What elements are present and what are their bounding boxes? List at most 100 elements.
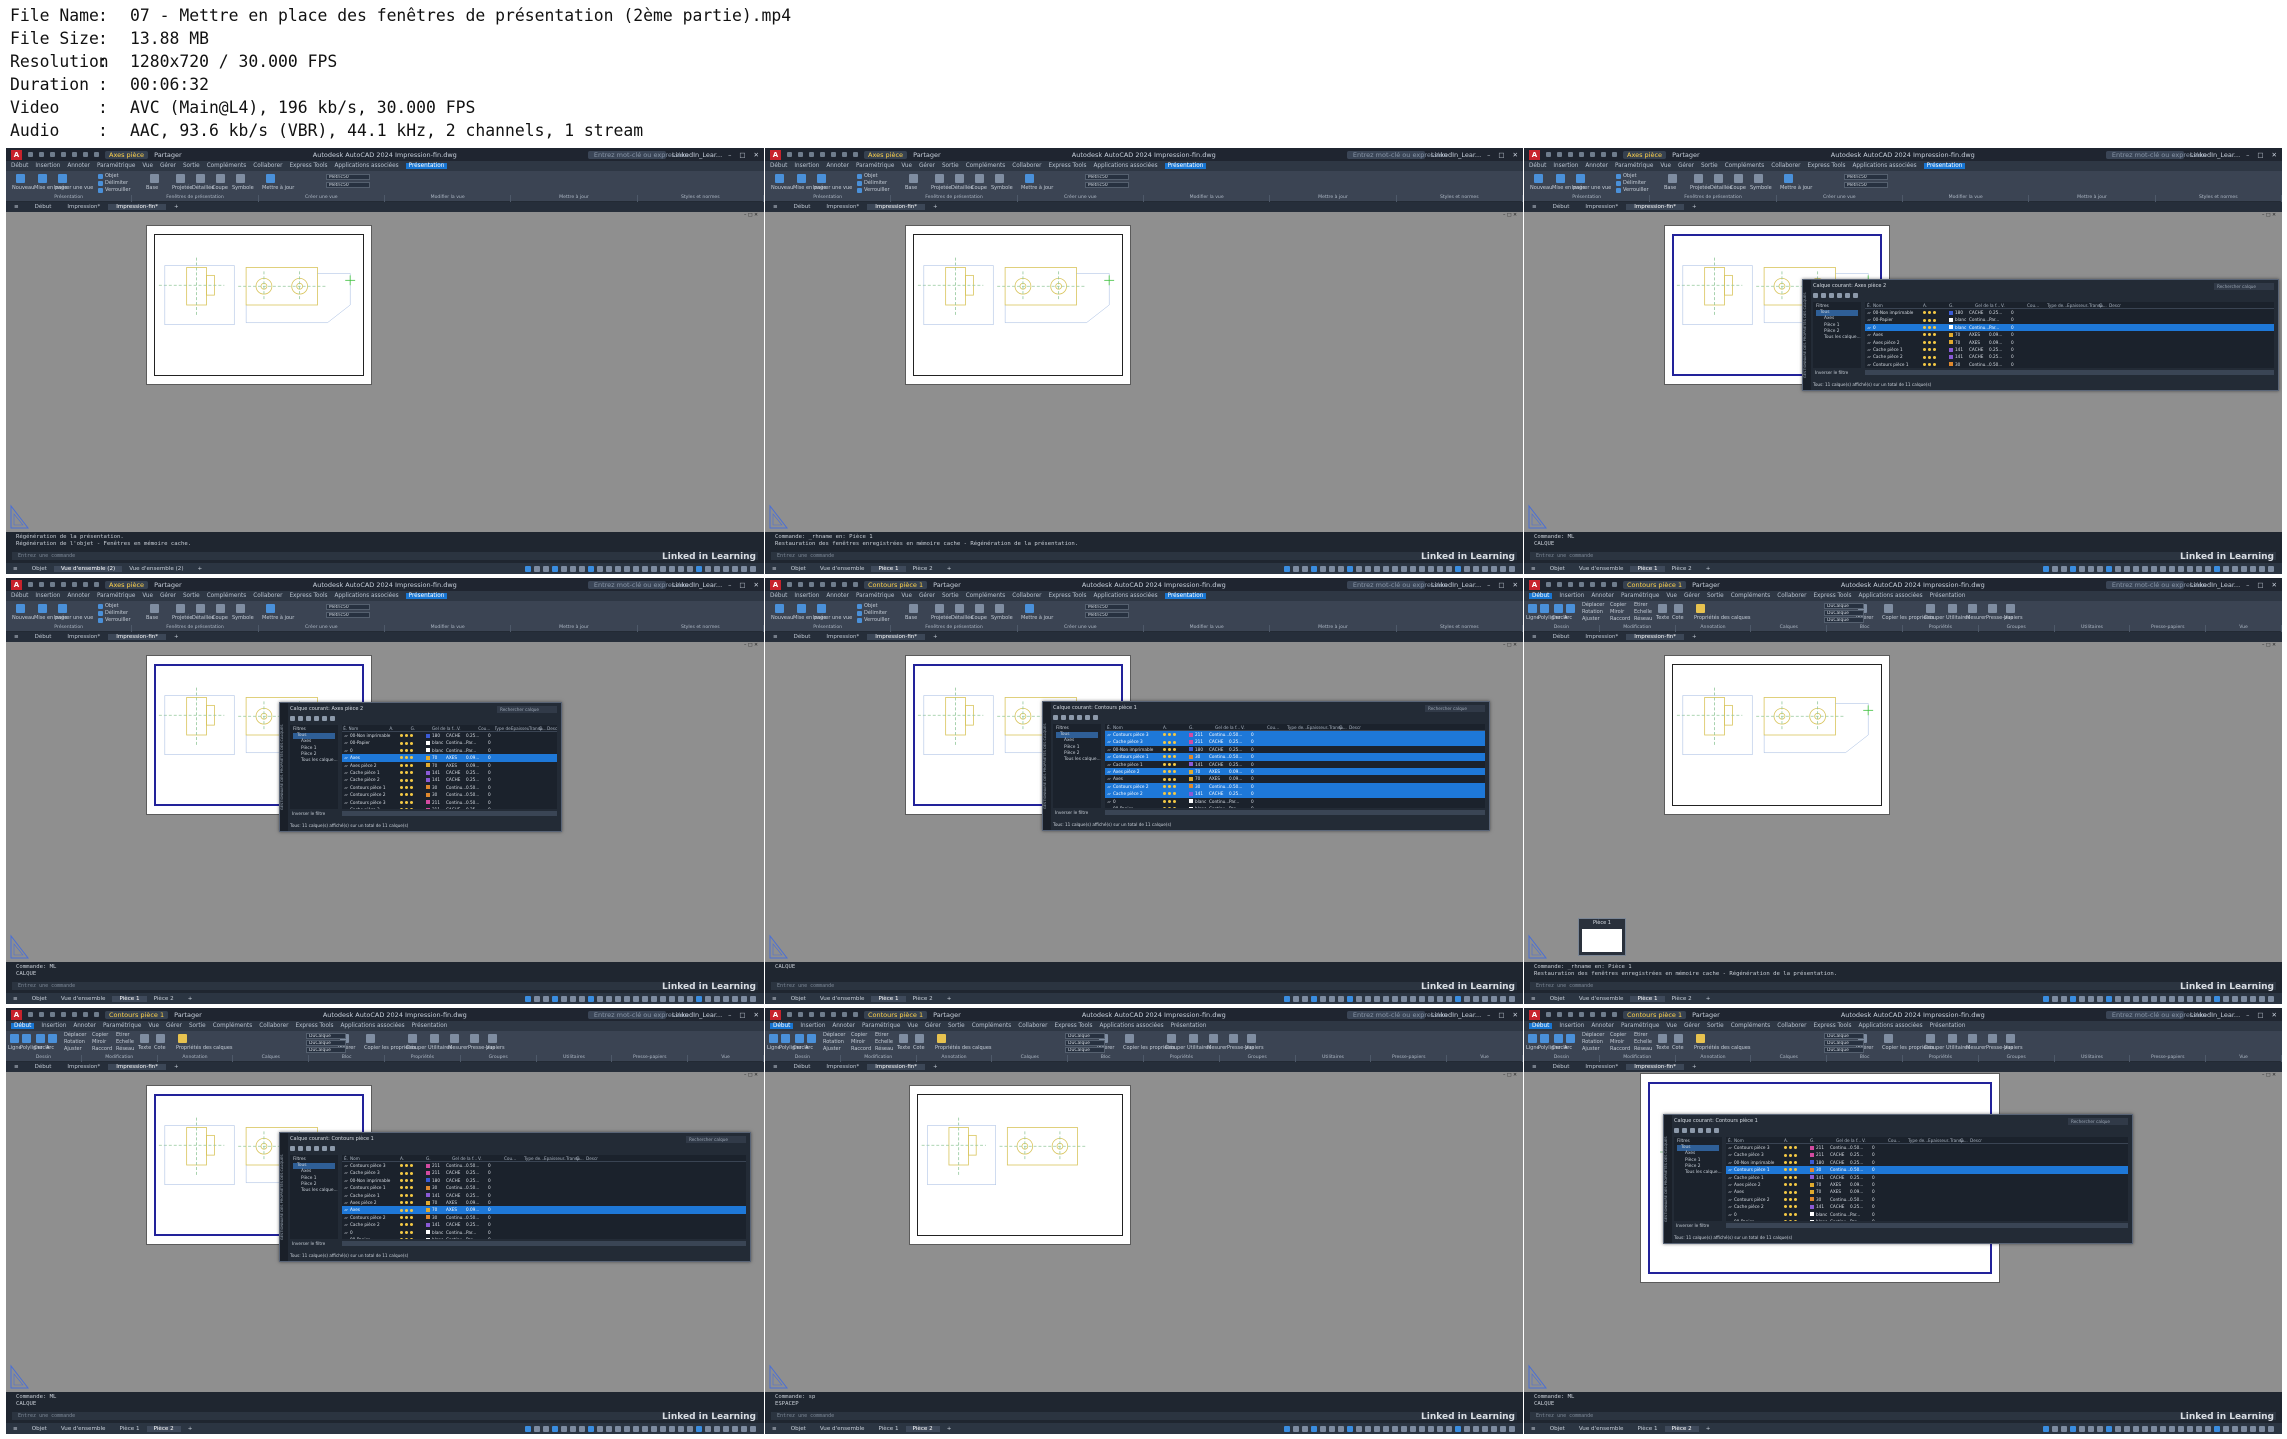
current-layer-combo[interactable]: Contours pièce 1 (1623, 580, 1687, 589)
sun-icon[interactable] (1928, 348, 1931, 352)
sun-icon[interactable] (405, 748, 408, 752)
file-tab[interactable]: Impression-fin* (1626, 1064, 1685, 1070)
ribbon-button-icon[interactable] (775, 604, 784, 613)
linetype[interactable]: Continu... (446, 747, 466, 754)
property-combo[interactable]: DuCalque (1065, 1033, 1105, 1039)
sun-icon[interactable] (1789, 1205, 1792, 1209)
ribbon-button-icon[interactable] (1658, 1034, 1667, 1043)
layer-state-icons[interactable] (400, 1214, 426, 1221)
ribbon-button-label[interactable]: Arc (46, 1045, 54, 1051)
layer-color[interactable]: 30 (426, 1214, 446, 1221)
lock-icon[interactable] (410, 785, 413, 789)
lineweight[interactable]: 0.25... (1850, 1151, 1872, 1158)
status-toggle-icon[interactable] (597, 1425, 603, 1432)
quick-access-icon[interactable] (809, 1012, 814, 1017)
ribbon-button-icon[interactable] (156, 1034, 165, 1043)
ribbon-tab[interactable]: Vue (142, 593, 153, 599)
bulb-icon[interactable] (400, 763, 403, 767)
status-toggle-icon[interactable] (1401, 1425, 1407, 1432)
layer-state-icons[interactable] (400, 1162, 426, 1169)
status-toggle-icon[interactable] (669, 995, 675, 1002)
ribbon-button-label[interactable]: Propriétés des calques (176, 1045, 233, 1051)
sun-icon[interactable] (405, 771, 408, 775)
status-toggle-icon[interactable] (2088, 995, 2094, 1002)
linetype[interactable]: Continu... (1830, 1144, 1850, 1151)
layer-color[interactable]: 211 (1189, 738, 1209, 745)
ribbon-button-icon[interactable] (1556, 174, 1565, 183)
lock-icon[interactable] (410, 1186, 413, 1190)
minimize-icon[interactable]: – (728, 581, 731, 589)
status-toggle-icon[interactable] (2196, 565, 2202, 572)
layer-color[interactable]: 211 (426, 1162, 446, 1169)
viewport-controls[interactable]: – □ ✕ (2262, 1073, 2276, 1078)
horizontal-scrollbar[interactable] (1105, 810, 1485, 815)
ribbon-button-label[interactable]: Mettre à jour (262, 185, 294, 191)
ribbon-button-icon[interactable] (176, 174, 185, 183)
lineweight[interactable]: 0.50... (466, 1214, 488, 1221)
status-toggle-icon[interactable] (561, 565, 567, 572)
ribbon-tab[interactable]: Présentation (412, 1023, 448, 1029)
status-toggle-icon[interactable] (732, 1425, 738, 1432)
share-button[interactable]: Partager (1692, 581, 1720, 589)
layout-tab[interactable]: Objet (784, 1426, 813, 1432)
ribbon-tab[interactable]: Gérer (1678, 163, 1694, 169)
layer-state-icons[interactable] (400, 1177, 426, 1184)
column-header[interactable]: Descr (586, 1155, 598, 1161)
column-header[interactable]: Epaisseur... (511, 725, 529, 731)
share-button[interactable]: Partager (154, 581, 182, 589)
ribbon-tab[interactable]: Compléments (1731, 1023, 1771, 1029)
sun-icon[interactable] (1789, 1220, 1792, 1221)
quick-access-icon[interactable] (28, 582, 33, 587)
status-toggle-icon[interactable] (651, 995, 657, 1002)
status-toggle-icon[interactable] (660, 565, 666, 572)
ribbon-small-button[interactable]: Miroir (1610, 1039, 1624, 1045)
bulb-icon[interactable] (1923, 355, 1926, 359)
ribbon-tab[interactable]: Gérer (1684, 593, 1700, 599)
sun-icon[interactable] (1168, 792, 1171, 796)
ribbon-button-icon[interactable] (1025, 604, 1034, 613)
ribbon-button-icon[interactable] (36, 1034, 45, 1043)
status-toggle-icon[interactable] (1509, 1425, 1515, 1432)
lineweight[interactable]: Par... (1989, 316, 2011, 323)
ribbon-button-icon[interactable] (995, 604, 1004, 613)
ribbon-tab[interactable]: Sortie (183, 163, 200, 169)
layer-row[interactable]: ▱ Contours pièce 2 30 Continu... 0.50... 0 (342, 1214, 746, 1221)
ribbon-button-icon[interactable] (935, 604, 944, 613)
linetype[interactable]: Continu... (1830, 1211, 1850, 1218)
transparency[interactable]: 0 (1251, 790, 1261, 797)
lock-icon[interactable] (1933, 362, 1936, 366)
quick-access-icon[interactable] (39, 152, 44, 157)
status-toggle-icon[interactable] (1482, 995, 1488, 1002)
ribbon-tab[interactable]: Express Tools (289, 163, 327, 169)
bulb-icon[interactable] (1923, 348, 1926, 352)
bulb-icon[interactable] (400, 1208, 403, 1212)
layer-color[interactable]: 211 (426, 799, 446, 806)
quick-access-icon[interactable] (83, 152, 88, 157)
column-header[interactable]: Transp... (529, 725, 547, 731)
menu-icon[interactable]: ≡ (1524, 1426, 1543, 1432)
lineweight[interactable]: 0.50... (1229, 753, 1251, 760)
lineweight[interactable]: 0.50... (466, 791, 488, 798)
transparency[interactable]: 0 (488, 776, 498, 783)
sun-icon[interactable] (1789, 1190, 1792, 1194)
transparency[interactable]: 0 (1251, 798, 1261, 805)
ribbon-button-icon[interactable] (216, 604, 225, 613)
lineweight[interactable]: 0.25... (466, 1192, 488, 1199)
sun-icon[interactable] (1789, 1175, 1792, 1179)
ribbon-small-button[interactable]: Etirer (1634, 602, 1648, 608)
add-layout-icon[interactable]: + (181, 1426, 200, 1432)
layer-row[interactable]: ▱ Axes pièce 2 70 AXES 0.09... 0 (1105, 767, 1485, 776)
quick-access-icon[interactable] (1612, 1012, 1617, 1017)
lineweight[interactable]: 0.50... (466, 1162, 488, 1169)
status-toggle-icon[interactable] (723, 1425, 729, 1432)
ribbon-tab[interactable]: Présentation (1930, 593, 1966, 599)
bulb-icon[interactable] (1163, 784, 1166, 788)
transparency[interactable]: 0 (1251, 753, 1261, 760)
horizontal-scrollbar[interactable] (342, 811, 557, 816)
ribbon-button-label[interactable]: Délimiter (864, 610, 887, 616)
sun-icon[interactable] (1928, 325, 1931, 329)
ribbon-tab[interactable]: Vue (142, 163, 153, 169)
maximize-icon[interactable]: □ (1498, 151, 1504, 159)
ribbon-button-icon[interactable] (266, 604, 275, 613)
ribbon-button-label[interactable]: Nouveau (771, 615, 793, 621)
